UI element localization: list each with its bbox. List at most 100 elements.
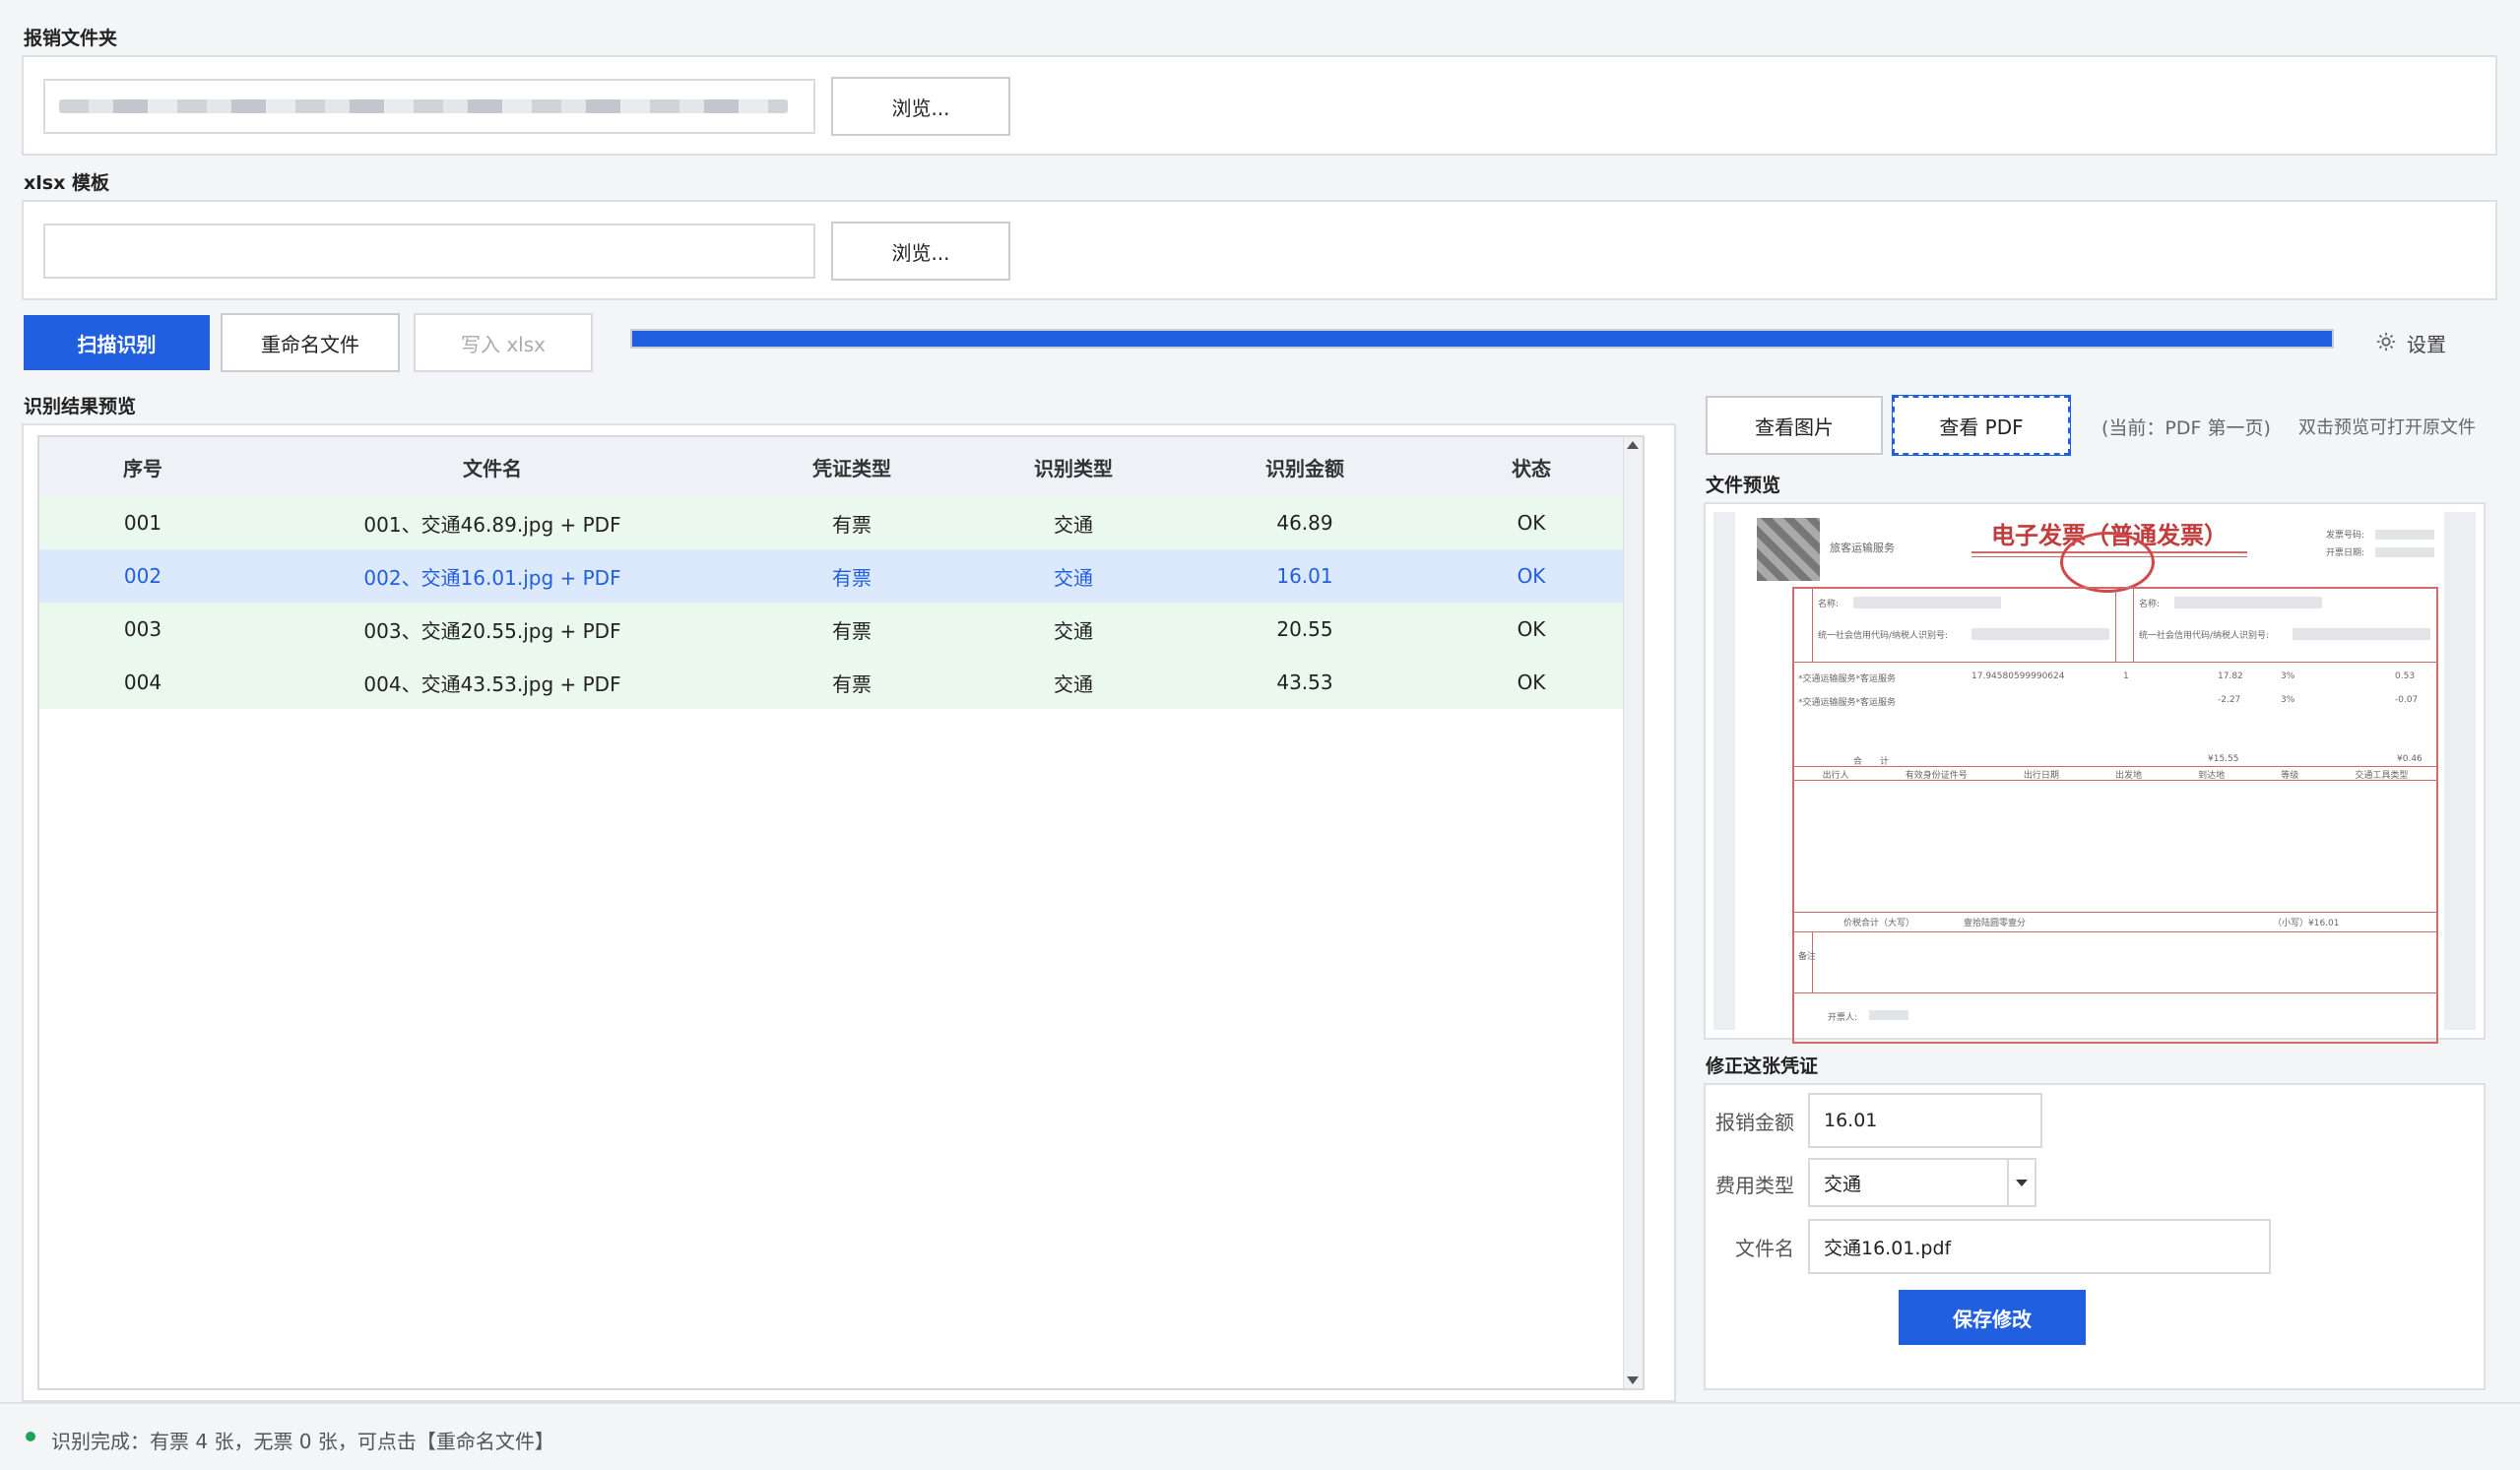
col-header-voucher[interactable]: 凭证类型 (739, 437, 965, 496)
cell-status: OK (1517, 671, 1546, 694)
amount-label: 报销金额 (1715, 1111, 1794, 1134)
cell-voucher: 有票 (832, 618, 872, 643)
cell-amount: 20.55 (1276, 617, 1333, 641)
amount-input[interactable]: 16.01 (1808, 1093, 2042, 1148)
save-button[interactable]: 保存修改 (1899, 1290, 2086, 1345)
cell-no: 003 (123, 617, 162, 641)
invoice-tax-2: -0.07 (2395, 695, 2419, 705)
status-bar: 识别完成：有票 4 张，无票 0 张，可点击【重命名文件】 (0, 1402, 2520, 1470)
invoice-item-2: *交通运输服务*客运服务 (1798, 698, 1897, 708)
invoice-grand-label: 价税合计（大写） (1843, 919, 1915, 928)
cell-voucher: 有票 (832, 512, 872, 537)
cell-no: 004 (123, 671, 162, 694)
table-row[interactable]: 001 001、交通46.89.jpg + PDF 有票 交通 46.89 OK (39, 496, 1635, 549)
status-dot-icon (26, 1432, 35, 1441)
cell-voucher: 有票 (832, 671, 872, 696)
scroll-up-arrow-icon[interactable] (1627, 441, 1639, 449)
table-row[interactable]: 003 003、交通20.55.jpg + PDF 有票 交通 20.55 OK (39, 603, 1635, 656)
invoice-code-label: 发票号码: (2326, 531, 2365, 541)
invoice-date-label: 开票日期: (2326, 548, 2365, 558)
gear-icon (2375, 331, 2397, 356)
col-header-no[interactable]: 序号 (39, 437, 246, 496)
preview-hint: 双击预览可打开原文件 (2298, 417, 2476, 438)
write-xlsx-button[interactable]: 写入 xlsx (414, 313, 593, 372)
cell-file: 002、交通16.01.jpg + PDF (363, 565, 621, 590)
table-row-selected[interactable]: 002 002、交通16.01.jpg + PDF 有票 交通 16.01 OK (39, 549, 1635, 603)
invoice-grand-cn: 壹拾陆圆零壹分 (1964, 919, 2027, 928)
invoice-qty: 1 (2123, 671, 2129, 681)
scan-button[interactable]: 扫描识别 (24, 315, 210, 370)
invoice-tax-rate-2: 3% (2281, 695, 2295, 705)
cell-type: 交通 (1054, 671, 1093, 696)
view-pdf-button[interactable]: 查看 PDF (1892, 395, 2071, 456)
qr-code-icon (1757, 518, 1820, 581)
cell-file: 004、交通43.53.jpg + PDF (363, 671, 621, 696)
invoice-issuer-label: 开票人: (1828, 1013, 1858, 1023)
invoice-buyer-label: 名称: (1818, 600, 1840, 609)
cell-file: 001、交通46.89.jpg + PDF (363, 512, 621, 537)
cell-type: 交通 (1054, 565, 1093, 590)
col-header-file[interactable]: 文件名 (246, 437, 739, 496)
preview-canvas: 旅客运输服务 电子发票（普通发票） 发票号码: 开票日期: 名称: 名称: 统一… (1713, 512, 2476, 1044)
invoice-tax-rate-1: 3% (2281, 671, 2295, 681)
invoice-seller-label: 名称: (2139, 600, 2161, 609)
folder-path-input[interactable] (43, 79, 815, 134)
type-select-value: 交通 (1824, 1173, 1862, 1195)
invoice-frame: 名称: 名称: 统一社会信用代码/纳税人识别号: 统一社会信用代码/纳税人识别号… (1792, 587, 2438, 1044)
settings-button[interactable]: 设置 (2375, 329, 2446, 357)
progress-bar (630, 329, 2334, 349)
invoice-grand-small: （小写）¥16.01 (2273, 919, 2340, 928)
invoice-page: 旅客运输服务 电子发票（普通发票） 发票号码: 开票日期: 名称: 名称: 统一… (1735, 512, 2444, 1044)
invoice-passenger-header: 出行人 有效身份证件号 出行日期 出发地 到达地 等级 交通工具类型 (1822, 771, 2409, 781)
invoice-item-1: *交通运输服务*客运服务 (1798, 674, 1897, 684)
chevron-down-icon[interactable] (2007, 1160, 2035, 1205)
invoice-remark-label: 备注 (1798, 952, 1817, 962)
results-table: 序号 文件名 凭证类型 识别类型 识别金额 状态 001 001、交通46.89… (37, 435, 1645, 1390)
template-path-input[interactable] (43, 224, 815, 279)
cell-status: OK (1517, 511, 1546, 535)
cell-status: OK (1517, 617, 1546, 641)
current-page-label: (当前：PDF 第一页) (2101, 417, 2271, 439)
table-row[interactable]: 004 004、交通43.53.jpg + PDF 有票 交通 43.53 OK (39, 656, 1635, 709)
cell-no: 002 (123, 564, 162, 588)
scroll-down-arrow-icon[interactable] (1627, 1376, 1639, 1384)
col-header-type[interactable]: 识别类型 (965, 437, 1182, 496)
invoice-amount-1: 17.82 (2218, 671, 2243, 681)
cell-voucher: 有票 (832, 565, 872, 590)
progress-fill (632, 331, 2332, 347)
invoice-tax-1: 0.53 (2395, 671, 2416, 681)
invoice-unit-price: 17.94580599990624 (1971, 671, 2065, 681)
folder-panel: 浏览... (22, 55, 2497, 156)
table-scrollbar[interactable] (1623, 437, 1643, 1388)
col-header-status[interactable]: 状态 (1428, 437, 1635, 496)
cell-amount: 43.53 (1276, 671, 1333, 694)
redacted-path (59, 99, 788, 113)
correction-title: 修正这张凭证 (1706, 1055, 1819, 1077)
table-header: 序号 文件名 凭证类型 识别类型 识别金额 状态 (39, 437, 1643, 496)
cell-type: 交通 (1054, 618, 1093, 643)
template-browse-button[interactable]: 浏览... (831, 222, 1010, 281)
correction-panel: 报销金额 16.01 费用类型 交通 文件名 交通16.01.pdf 保存修改 (1704, 1083, 2486, 1390)
status-text: 识别完成：有票 4 张，无票 0 张，可点击【重命名文件】 (51, 1430, 554, 1453)
rename-button[interactable]: 重命名文件 (221, 313, 400, 372)
invoice-total-amount: ¥15.55 (2208, 754, 2239, 764)
invoice-amount-2: -2.27 (2218, 695, 2241, 705)
view-image-button[interactable]: 查看图片 (1706, 396, 1883, 455)
type-select[interactable]: 交通 (1808, 1158, 2036, 1207)
folder-browse-button[interactable]: 浏览... (831, 77, 1010, 136)
cell-status: OK (1517, 564, 1546, 588)
cell-amount: 16.01 (1276, 564, 1333, 588)
preview-title: 文件预览 (1706, 475, 1781, 496)
settings-label: 设置 (2407, 333, 2446, 356)
template-section-title: xlsx 模板 (24, 172, 109, 194)
type-label: 费用类型 (1715, 1174, 1794, 1197)
template-panel: 浏览... (22, 200, 2497, 300)
cell-file: 003、交通20.55.jpg + PDF (363, 618, 621, 643)
col-header-amount[interactable]: 识别金额 (1182, 437, 1428, 496)
filename-input[interactable]: 交通16.01.pdf (1808, 1219, 2271, 1274)
invoice-buyer-taxid-label: 统一社会信用代码/纳税人识别号: (1818, 631, 1949, 641)
invoice-total-tax: ¥0.46 (2397, 754, 2423, 764)
results-panel: 序号 文件名 凭证类型 识别类型 识别金额 状态 001 001、交通46.89… (22, 423, 1676, 1402)
cell-amount: 46.89 (1276, 511, 1333, 535)
file-preview-panel[interactable]: 旅客运输服务 电子发票（普通发票） 发票号码: 开票日期: 名称: 名称: 统一… (1704, 502, 2486, 1044)
